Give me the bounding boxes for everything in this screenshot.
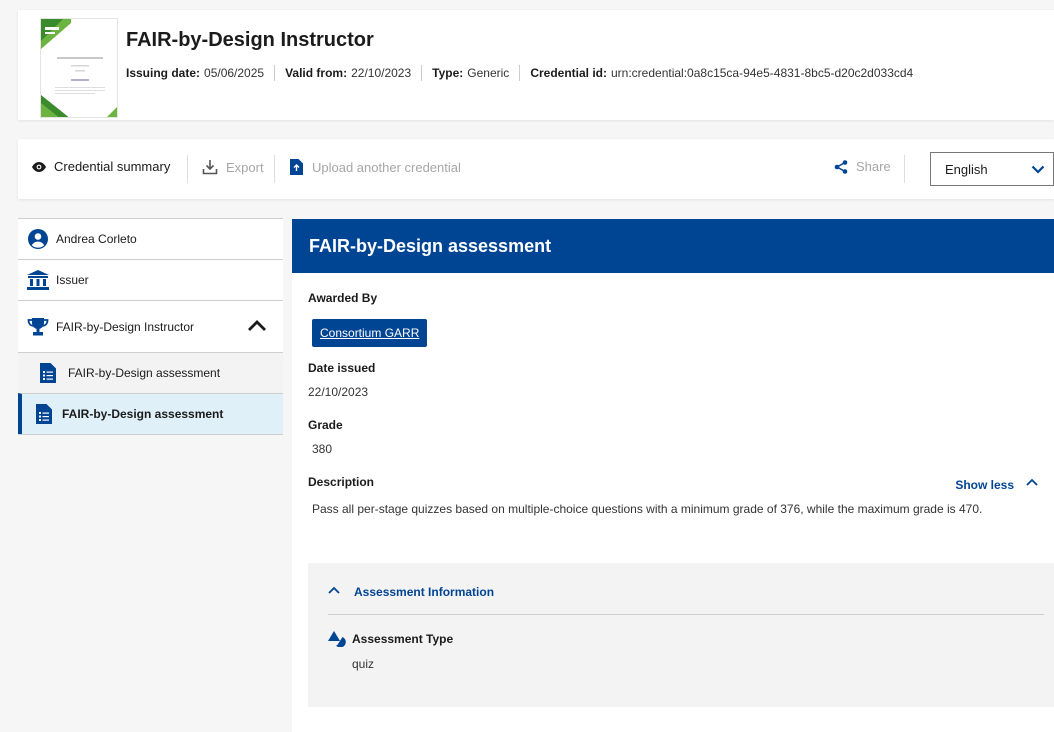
description-label: Description [308, 475, 375, 489]
type-label: Type: [432, 66, 464, 80]
share-icon [834, 159, 848, 174]
meta-divider [519, 65, 521, 81]
sidebar-item-label: FAIR-by-Design Instructor [56, 319, 195, 334]
language-select[interactable]: English [930, 152, 1054, 186]
sidebar-item-achievement[interactable]: FAIR-by-Design Instructor [18, 300, 283, 352]
action-toolbar: Credential summary Export Upload another… [18, 139, 1054, 199]
awarded-by-link[interactable]: Consortium GARR [312, 319, 428, 347]
assessment-information-panel: Assessment Information Assessment Type q… [308, 563, 1054, 707]
toolbar-divider [904, 155, 905, 183]
meta-divider [274, 65, 276, 81]
assessment-type-label: Assessment Type [352, 632, 454, 646]
awarded-by-label: Awarded By [308, 291, 378, 305]
assessment-detail-panel: FAIR-by-Design assessment Awarded By Con… [292, 219, 1054, 732]
export-label: Export [226, 159, 264, 175]
assessment-type-value: quiz [352, 657, 375, 671]
shapes-icon [328, 631, 346, 647]
credential-header: FAIR-by-Design Instructor Issuing date: 0… [18, 10, 1054, 120]
credential-id-label: Credential id: [530, 66, 607, 80]
institution-icon [26, 270, 50, 290]
assessment-title: FAIR-by-Design assessment [292, 219, 1054, 273]
meta-divider [421, 65, 423, 81]
date-issued-value: 22/10/2023 [308, 385, 369, 399]
sidebar-item-label: Issuer [56, 273, 89, 287]
credential-sidebar: Andrea Corleto Issuer FAIR-by-Design Ins… [18, 218, 283, 435]
chevron-up-icon [1026, 478, 1038, 486]
download-icon [202, 159, 218, 175]
user-circle-icon [26, 229, 50, 249]
credential-thumbnail[interactable] [40, 18, 118, 118]
upload-credential-button[interactable]: Upload another credential [290, 159, 461, 175]
assessment-information-label: Assessment Information [354, 585, 495, 599]
toolbar-divider [274, 155, 275, 183]
credential-title: FAIR-by-Design Instructor [126, 29, 374, 51]
show-less-label: Show less [955, 478, 1014, 492]
sidebar-item-issuer[interactable]: Issuer [18, 259, 283, 300]
issuing-date-label: Issuing date: [126, 66, 201, 80]
chevron-down-icon [1031, 165, 1045, 174]
assessment-information-toggle[interactable]: Assessment Information [328, 585, 494, 599]
chevron-up-icon[interactable] [247, 319, 267, 332]
sidebar-item-label: Andrea Corleto [56, 232, 137, 246]
assessment-type-row: Assessment Type [328, 631, 453, 647]
grade-value: 380 [312, 442, 333, 456]
credential-meta: Issuing date: 05/06/2025 Valid from: 22/10… [126, 65, 913, 81]
valid-from-label: Valid from: [285, 66, 348, 80]
assessment-information-divider [328, 614, 1044, 615]
document-list-icon [36, 363, 60, 383]
show-less-button[interactable]: Show less [955, 478, 1038, 492]
credential-summary-label: Credential summary [54, 159, 171, 174]
upload-credential-label: Upload another credential [312, 159, 461, 175]
export-button[interactable]: Export [202, 159, 264, 175]
sidebar-item-label: FAIR-by-Design assessment [68, 366, 221, 380]
sidebar-item-assessment[interactable]: FAIR-by-Design assessment [18, 352, 283, 393]
sidebar-item-label: FAIR-by-Design assessment [62, 407, 224, 421]
chevron-up-icon [328, 586, 340, 594]
credential-id-value: urn:credential:0a8c15ca-94e5-4831-8bc5-d… [611, 66, 914, 80]
toolbar-divider [187, 155, 188, 183]
valid-from-value: 22/10/2023 [351, 66, 412, 80]
grade-label: Grade [308, 418, 343, 432]
eye-icon [32, 161, 46, 172]
sidebar-divider [18, 434, 283, 435]
sidebar-item-assessment-active[interactable]: FAIR-by-Design assessment [18, 393, 283, 434]
share-button[interactable]: Share [834, 159, 891, 174]
type-value: Generic [467, 66, 510, 80]
date-issued-label: Date issued [308, 361, 376, 375]
description-value: Pass all per-stage quizzes based on mult… [312, 502, 983, 516]
document-list-icon [32, 404, 56, 424]
credential-summary-button[interactable]: Credential summary [32, 159, 170, 174]
issuing-date-value: 05/06/2025 [204, 66, 265, 80]
file-upload-icon [290, 159, 303, 175]
language-value: English [945, 161, 988, 177]
sidebar-item-owner[interactable]: Andrea Corleto [18, 218, 283, 259]
trophy-icon [26, 317, 50, 337]
share-label: Share [856, 159, 891, 174]
